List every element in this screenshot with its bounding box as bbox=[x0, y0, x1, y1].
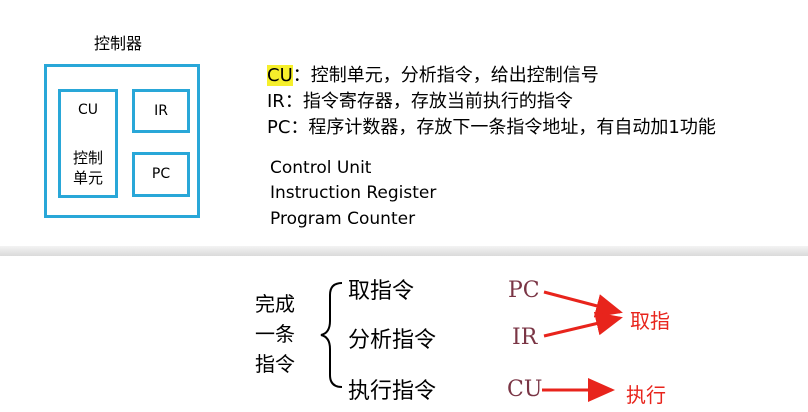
curly-brace bbox=[320, 282, 343, 388]
step-fetch: 取指令 bbox=[348, 279, 415, 304]
arrow-ir-to-fetch bbox=[543, 311, 623, 338]
register-ir: IR bbox=[512, 325, 538, 350]
step-execute: 执行指令 bbox=[348, 379, 437, 404]
action-fetch: 取指 bbox=[630, 309, 670, 333]
register-cu: CU bbox=[507, 377, 543, 402]
register-pc: PC bbox=[508, 278, 540, 303]
step-analyze: 分析指令 bbox=[348, 328, 437, 353]
arrow-pc-to-fetch bbox=[543, 290, 623, 318]
action-execute: 执行 bbox=[626, 383, 666, 407]
